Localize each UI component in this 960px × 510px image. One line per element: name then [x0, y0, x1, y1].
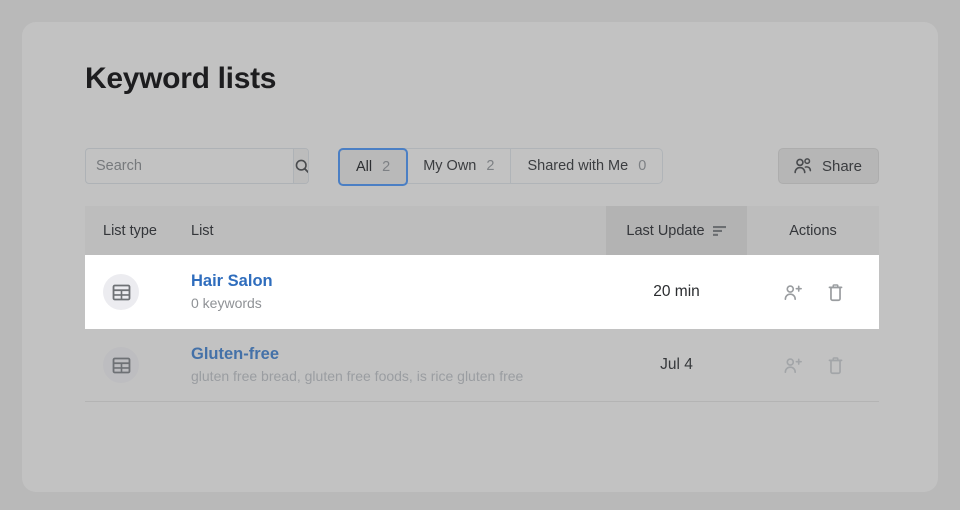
list-type-cell	[85, 347, 191, 383]
column-header-actions: Actions	[789, 222, 837, 239]
keyword-lists-card: Keyword lists All 2 My Own 2	[22, 22, 938, 492]
filter-tabs: All 2 My Own 2 Shared with Me 0	[338, 148, 664, 186]
trash-icon	[827, 283, 844, 302]
list-subtitle: gluten free bread, gluten free foods, is…	[191, 368, 524, 385]
list-type-cell	[85, 274, 191, 310]
sort-descending-icon	[712, 225, 727, 237]
filter-tab-shared-with-me[interactable]: Shared with Me 0	[511, 149, 662, 183]
last-update-cell: 20 min	[653, 283, 700, 300]
search-box[interactable]	[85, 148, 309, 184]
delete-list-button[interactable]	[827, 283, 844, 302]
share-list-button[interactable]	[783, 283, 803, 302]
filter-tab-my-own-label: My Own	[423, 158, 477, 174]
filter-tab-all-count: 2	[382, 159, 391, 175]
users-icon	[793, 157, 813, 175]
keyword-lists-table: List type List Last Update Actions Hair …	[85, 206, 879, 402]
column-header-last-update[interactable]: Last Update	[606, 206, 747, 255]
share-button[interactable]: Share	[777, 148, 879, 184]
trash-icon	[827, 356, 844, 375]
table-header: List type List Last Update Actions	[85, 206, 879, 255]
search-button[interactable]	[293, 149, 308, 183]
list-name-link[interactable]: Hair Salon	[191, 271, 273, 292]
table-grid-icon	[103, 274, 139, 310]
search-input[interactable]	[86, 149, 293, 183]
table-grid-icon	[103, 347, 139, 383]
search-icon	[294, 158, 308, 175]
table-row[interactable]: Gluten-free gluten free bread, gluten fr…	[85, 329, 879, 402]
column-header-list: List	[191, 222, 214, 239]
last-update-cell: Jul 4	[660, 356, 693, 373]
delete-list-button[interactable]	[827, 356, 844, 375]
share-list-button[interactable]	[783, 356, 803, 375]
filter-tab-my-own-count: 2	[486, 158, 495, 174]
filter-tab-my-own[interactable]: My Own 2	[407, 149, 512, 183]
list-name-link[interactable]: Gluten-free	[191, 344, 279, 365]
column-header-list-type: List type	[103, 222, 157, 239]
user-plus-icon	[783, 283, 803, 302]
toolbar: All 2 My Own 2 Shared with Me 0	[85, 148, 879, 186]
column-header-last-update-label: Last Update	[626, 222, 705, 239]
list-cell: Hair Salon 0 keywords	[191, 271, 606, 312]
table-row[interactable]: Hair Salon 0 keywords 20 min	[85, 255, 879, 329]
filter-tab-shared-with-me-count: 0	[638, 158, 647, 174]
list-subtitle: 0 keywords	[191, 295, 262, 312]
filter-tab-all[interactable]: All 2	[338, 148, 409, 186]
filter-tab-all-label: All	[356, 159, 373, 175]
actions-cell	[747, 283, 879, 302]
page-title: Keyword lists	[85, 62, 277, 95]
user-plus-icon	[783, 356, 803, 375]
share-button-label: Share	[821, 157, 862, 175]
actions-cell	[747, 356, 879, 375]
list-cell: Gluten-free gluten free bread, gluten fr…	[191, 344, 606, 385]
filter-tab-shared-with-me-label: Shared with Me	[527, 158, 629, 174]
